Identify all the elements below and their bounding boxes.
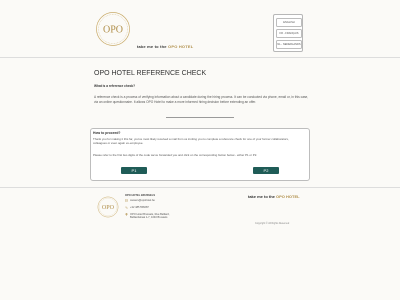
tagline-brand: OPO HOTEL bbox=[168, 44, 194, 49]
footer-email[interactable]: careers@opohotel.be bbox=[125, 199, 155, 202]
footer-tagline-prefix: take me to the bbox=[248, 194, 275, 199]
p1-button[interactable]: P1 bbox=[121, 167, 147, 174]
section-divider bbox=[166, 117, 234, 118]
copyright-notice: Copyright © All Rights Reserved bbox=[255, 222, 290, 225]
footer-phone-text[interactable]: +32 485 556687 bbox=[130, 206, 149, 209]
footer-tagline-brand: OPO HOTEL bbox=[276, 194, 300, 199]
header-tagline: take me to the OPO HOTEL bbox=[137, 44, 193, 49]
page-title: OPO HOTEL REFERENCE CHECK bbox=[94, 70, 207, 77]
reference-check-subheading: What is a reference check? bbox=[94, 84, 136, 88]
footer-address: OPO Hotel Brussels, Rue Belliard, Bellia… bbox=[125, 213, 170, 220]
footer-divider bbox=[0, 187, 400, 188]
language-option-english[interactable]: ENGLISH bbox=[276, 18, 302, 27]
footer-logo-text: OPO bbox=[102, 205, 115, 211]
how-to-proceed-panel: How to proceed? Thank you for making it … bbox=[90, 128, 310, 181]
language-option-french[interactable]: FR - FRANÇAIS bbox=[276, 29, 302, 38]
p2-button[interactable]: P2 bbox=[253, 167, 279, 174]
location-pin-icon bbox=[125, 213, 128, 216]
footer-logo[interactable]: OPO bbox=[97, 196, 119, 218]
language-option-dutch[interactable]: NL - NEDERLANDS bbox=[276, 40, 302, 49]
proceed-text: Thank you for making it this far, you've… bbox=[93, 137, 289, 146]
envelope-icon bbox=[125, 199, 128, 202]
footer-tagline: take me to the OPO HOTEL bbox=[248, 194, 300, 199]
footer-company-name: OPO HOTEL BRUSSELS bbox=[125, 194, 156, 197]
header-divider bbox=[0, 57, 400, 58]
proceed-instructions: Please refer to the first two digits of … bbox=[93, 153, 258, 157]
footer-email-text[interactable]: careers@opohotel.be bbox=[130, 199, 155, 202]
language-selector: ENGLISH FR - FRANÇAIS NL - NEDERLANDS bbox=[273, 14, 303, 52]
proceed-title: How to proceed? bbox=[93, 131, 121, 135]
opo-logo[interactable]: OPO bbox=[95, 11, 131, 47]
phone-icon bbox=[125, 206, 128, 209]
tagline-prefix: take me to the bbox=[137, 44, 167, 49]
intro-paragraph: A reference check is a process of verify… bbox=[94, 95, 309, 104]
footer-address-text: OPO Hotel Brussels, Rue Belliard, Bellia… bbox=[130, 213, 170, 220]
footer-phone[interactable]: +32 485 556687 bbox=[125, 206, 149, 209]
logo-text: OPO bbox=[103, 25, 123, 36]
